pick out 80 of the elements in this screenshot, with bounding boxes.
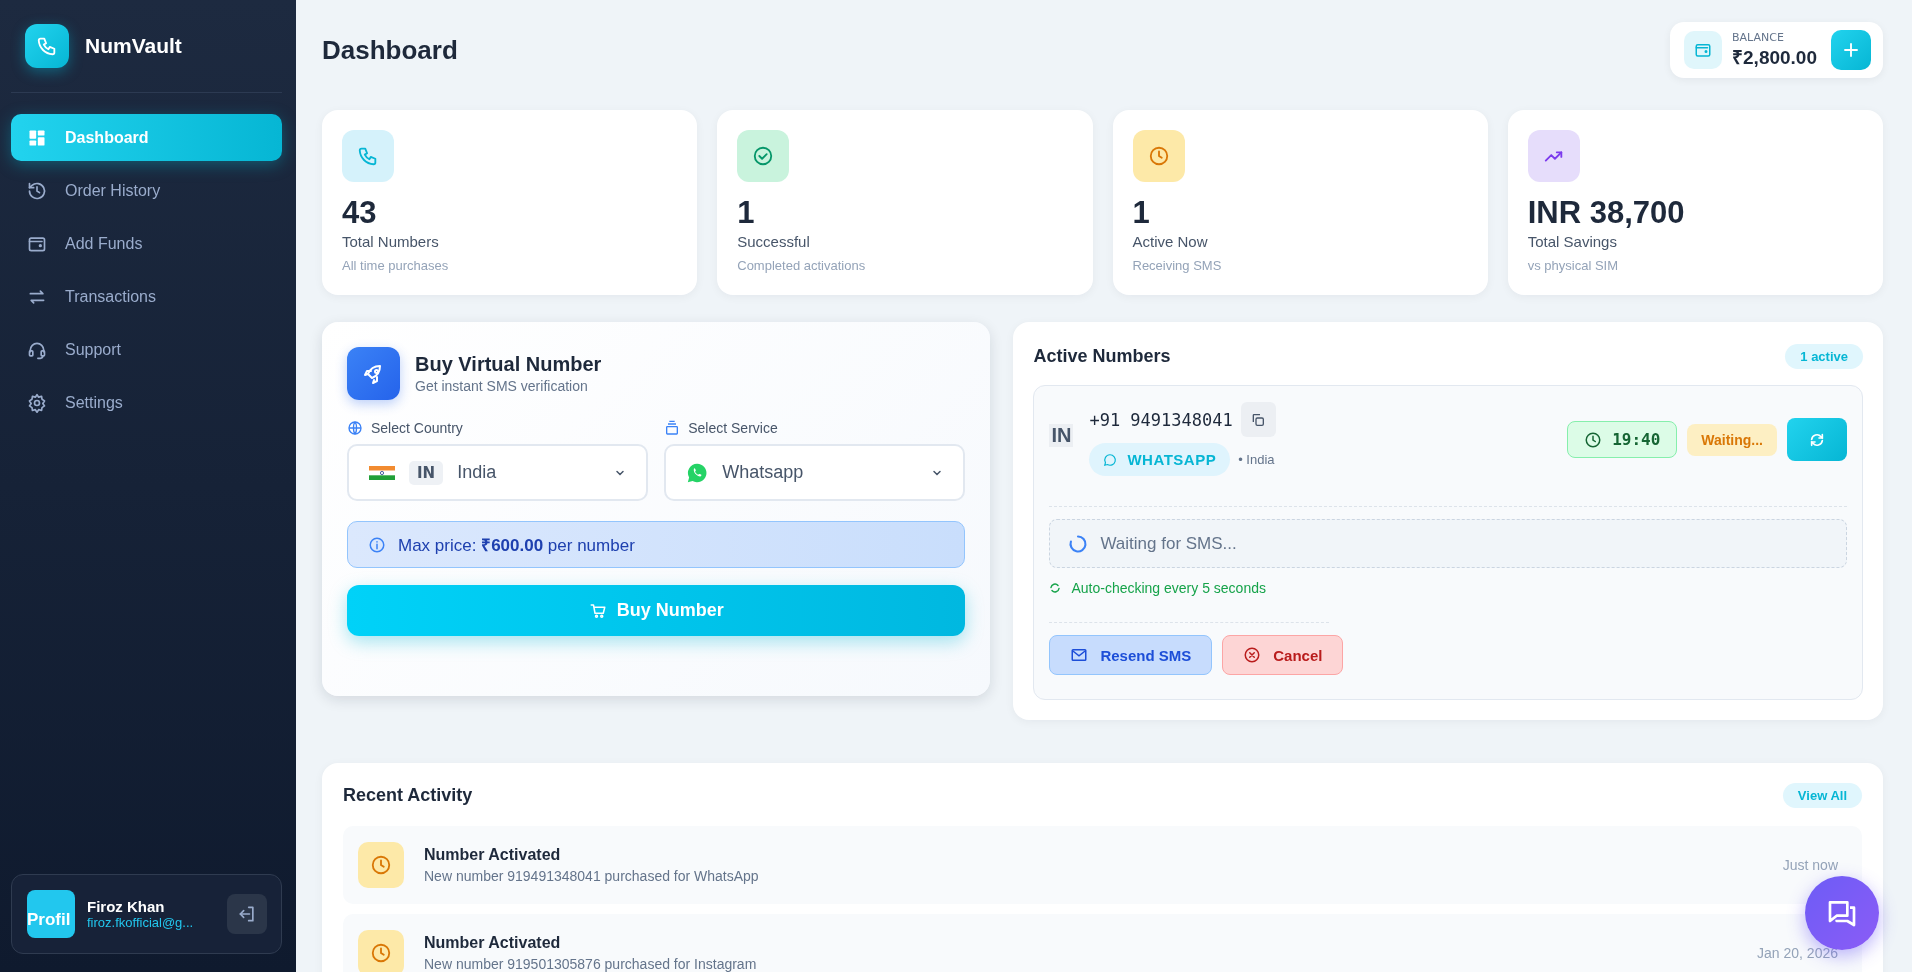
copy-icon (1250, 411, 1267, 428)
activity-time: Just now (1782, 857, 1838, 873)
balance-amount: ₹2,800.00 (1732, 45, 1817, 70)
clock-icon (358, 842, 404, 888)
user-email: firoz.fkofficial@g... (87, 915, 195, 930)
phone-icon (342, 130, 394, 182)
clock-icon (1132, 130, 1185, 182)
activity-title: Number Activated (424, 846, 562, 864)
country-select[interactable]: IN India (347, 444, 649, 501)
history-icon (27, 180, 47, 201)
cancel-button[interactable]: Cancel (1222, 635, 1344, 675)
activity-detail: New number 919501305876 purchased for Instagram (424, 956, 757, 972)
panel-title: Active Numbers (1033, 346, 1171, 367)
refresh-icon (1809, 431, 1825, 448)
layers-icon (664, 420, 681, 436)
stat-caption: Completed activations (737, 258, 867, 274)
check-icon (737, 130, 790, 182)
stat-value: INR 38,700 (1527, 194, 1686, 232)
activity-time: Jan 20, 2026 (1757, 945, 1838, 961)
service-select[interactable]: Whatsapp (664, 444, 966, 501)
copy-button[interactable] (1240, 402, 1276, 437)
field-label: Select Country (371, 420, 463, 436)
phone-number: +91 9491348041 (1089, 409, 1233, 430)
sidebar-item[interactable]: Transactions (11, 273, 282, 320)
rocket-icon (347, 347, 400, 400)
service-name: WHATSAPP (1127, 451, 1217, 468)
activity-title: Number Activated (424, 934, 562, 952)
price-text: Max price: ₹600.00 per number (398, 535, 635, 556)
envelope-icon (1070, 646, 1089, 664)
add-funds-button[interactable] (1831, 30, 1871, 70)
wallet-icon (1684, 31, 1723, 69)
balance-label: BALANCE (1732, 30, 1785, 44)
sidebar-item[interactable]: Settings (11, 379, 282, 426)
info-icon (368, 535, 386, 554)
trend-icon (1527, 130, 1580, 182)
stat-value: 1 (1132, 194, 1151, 232)
flag-icon (369, 465, 395, 480)
auto-check-note: Auto-checking every 5 seconds (1071, 580, 1266, 596)
globe-icon (347, 420, 363, 436)
stat-label: Active Now (1132, 233, 1209, 251)
stat-caption: All time purchases (342, 258, 450, 274)
status-badge: Waiting... (1687, 423, 1777, 456)
panel-title: Recent Activity (343, 785, 473, 806)
stat-value: 1 (737, 194, 756, 232)
sidebar-item[interactable]: Add Funds (11, 220, 282, 267)
chat-bubble-icon (686, 461, 709, 484)
phone-logo-icon (25, 24, 69, 68)
clock-icon (358, 930, 404, 972)
user-name: Firoz Khan (87, 898, 166, 915)
stat-label: Successful (737, 233, 811, 251)
panel-title: Buy Virtual Number (415, 353, 602, 376)
settings-icon (27, 392, 47, 413)
stat-caption: vs physical SIM (1527, 258, 1620, 274)
panel-subtitle: Get instant SMS verification (415, 378, 589, 394)
activity-detail: New number 919491348041 purchased for WhatsApp (424, 868, 759, 884)
clock-icon (1584, 430, 1603, 449)
sidebar-item[interactable]: Support (11, 326, 282, 373)
close-icon (1243, 646, 1262, 664)
avatar: Profil (27, 890, 75, 938)
page-title: Dashboard (322, 34, 458, 66)
refresh-icon (1049, 582, 1062, 594)
country-name: • India (1238, 452, 1275, 467)
chat-bubble-icon (1103, 452, 1118, 467)
sidebar-item[interactable]: Order History (11, 167, 282, 214)
countdown-timer: 19:40 (1567, 421, 1678, 458)
logout-button[interactable] (227, 894, 267, 934)
field-label: Select Service (688, 420, 778, 436)
waiting-message: Waiting for SMS... (1100, 533, 1237, 554)
resend-sms-button[interactable]: Resend SMS (1049, 635, 1213, 675)
stat-label: Total Numbers (342, 233, 440, 251)
cart-icon (588, 601, 607, 620)
stat-label: Total Savings (1527, 233, 1618, 251)
plus-icon (1842, 41, 1860, 59)
stat-value: 43 (342, 194, 378, 232)
country-code: IN (1049, 424, 1074, 447)
active-count-badge: 1 active (1785, 344, 1863, 369)
app-name: NumVault (85, 34, 182, 58)
stat-caption: Receiving SMS (1132, 258, 1223, 274)
logout-icon (237, 904, 257, 924)
spinner-icon (1068, 533, 1089, 554)
